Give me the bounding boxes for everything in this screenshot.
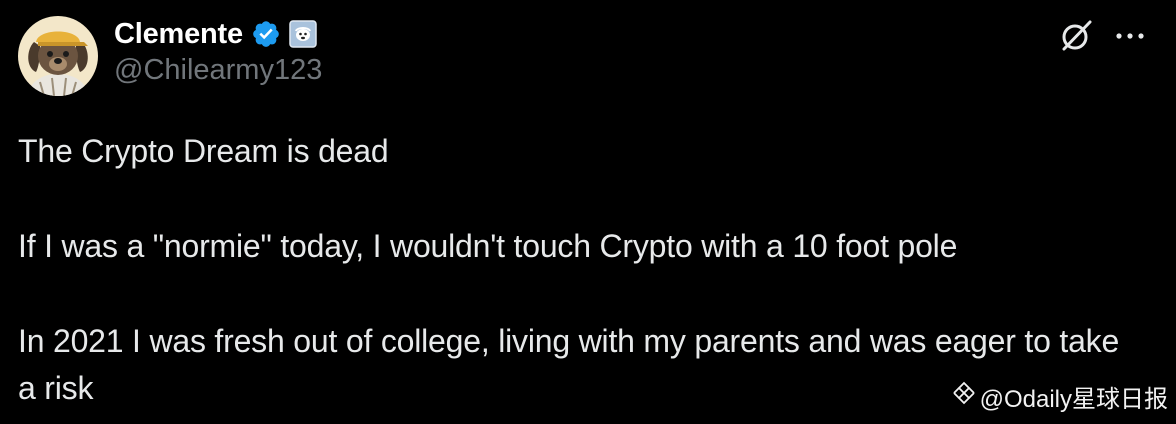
tweet-text-line-1: The Crypto Dream is dead	[18, 133, 389, 169]
watermark: @Odaily星球日报	[952, 379, 1168, 414]
author-name-row: Clemente	[114, 14, 317, 54]
affiliate-badge-icon[interactable]	[289, 20, 317, 48]
author-handle[interactable]: @Chilearmy123	[114, 54, 322, 87]
verified-badge-icon	[251, 19, 281, 49]
avatar[interactable]	[18, 16, 98, 96]
watermark-text: @Odaily星球日报	[979, 386, 1168, 413]
tweet-text: The Crypto Dream is dead If I was a "nor…	[18, 128, 1138, 412]
tweet-text-line-2: If I was a "normie" today, I wouldn't to…	[18, 228, 958, 264]
more-options-icon[interactable]	[1110, 18, 1150, 54]
cartoon-dog-avatar-icon	[18, 16, 98, 96]
odaily-logo-icon	[952, 381, 976, 412]
display-name[interactable]: Clemente	[114, 18, 243, 51]
grok-icon[interactable]	[1058, 18, 1094, 54]
tweet: Clemente @Chilearmy123 The Crypto Dream …	[0, 0, 1176, 424]
